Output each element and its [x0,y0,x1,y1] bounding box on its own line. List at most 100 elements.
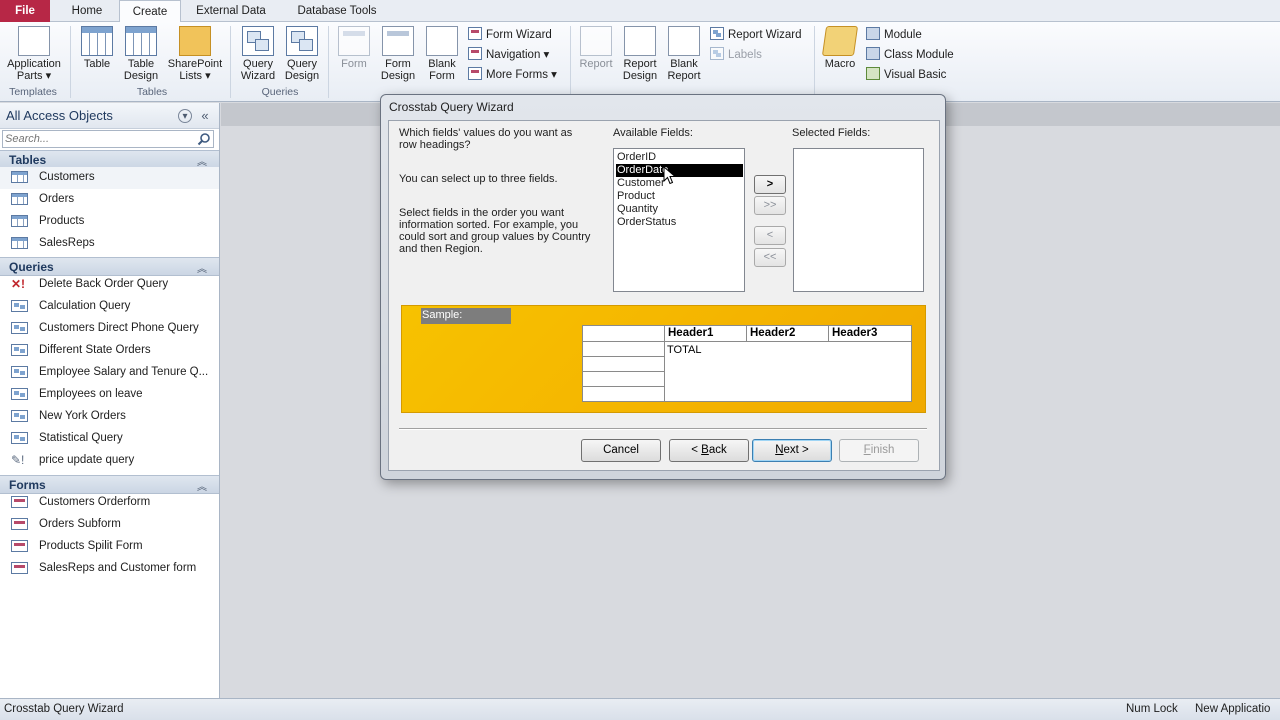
nav-item-delete-back-order-query[interactable]: ✕! Delete Back Order Query [0,274,219,296]
nav-item-different-state-orders[interactable]: Different State Orders [0,340,219,362]
nav-item-label: SalesReps [39,237,95,249]
more-forms-button[interactable]: More Forms ▾ [468,66,557,84]
instruction-sort-order: Select fields in the order you want info… [399,207,591,255]
add-all-fields-button[interactable]: >> [754,196,786,215]
nav-item-customers[interactable]: Customers [0,167,219,189]
remove-all-fields-button[interactable]: << [754,248,786,267]
form-design-button[interactable]: Form Design [376,26,420,82]
macro-button[interactable]: Macro [820,26,860,70]
collapse-chevron-icon[interactable]: ︽ [197,478,207,493]
nav-item-new-york-orders[interactable]: New York Orders [0,406,219,428]
group-separator [328,26,329,98]
group-separator [230,26,231,98]
query-wizard-button[interactable]: Query Wizard [236,26,280,82]
nav-item-products[interactable]: Products [0,211,219,233]
finish-button[interactable]: Finish [839,439,919,462]
form-wizard-button[interactable]: Form Wizard [468,26,552,44]
collapse-chevron-icon[interactable]: ︽ [197,153,207,168]
sample-header-cell: Header2 [747,326,829,342]
available-fields-list[interactable]: OrderID OrderDate Customer Product Quant… [613,148,745,292]
field-item[interactable]: OrderID [616,151,656,164]
field-item[interactable]: Quantity [616,203,658,216]
report-wizard-icon [710,27,724,40]
blank-form-icon [426,26,458,56]
report-wizard-button[interactable]: Report Wizard [710,26,802,44]
form-design-label: Form Design [380,58,416,82]
nav-item-label: Different State Orders [39,344,151,356]
nav-item-label: Employee Salary and Tenure Q... [39,366,209,378]
nav-item-orders[interactable]: Orders [0,189,219,211]
labels-button[interactable]: Labels [710,46,762,64]
nav-menu-chevron-icon[interactable]: ▾ [178,109,192,123]
nav-item-label: Calculation Query [39,300,131,312]
form-wizard-icon [468,27,482,40]
sharepoint-lists-label: SharePoint Lists ▾ [167,58,223,82]
tab-home[interactable]: Home [58,0,116,22]
module-button[interactable]: Module [866,26,922,44]
navigation-button[interactable]: Navigation ▾ [468,46,549,64]
group-separator [570,26,571,98]
select-query-icon [11,388,28,400]
nav-item-products-spilit-form[interactable]: Products Spilit Form [0,536,219,558]
tab-external-data[interactable]: External Data [186,0,276,22]
cancel-button[interactable]: Cancel [581,439,661,462]
field-item-selected[interactable]: OrderDate [616,164,743,177]
nav-item-orders-subform[interactable]: Orders Subform [0,514,219,536]
add-field-button[interactable]: > [754,175,786,194]
class-module-button[interactable]: Class Module [866,46,954,64]
report-design-icon [624,26,656,56]
nav-collapse-icon[interactable]: « [198,109,212,123]
sample-row-heading [583,372,665,387]
application-parts-button[interactable]: Application Parts ▾ [2,26,66,82]
tab-database-tools[interactable]: Database Tools [284,0,390,22]
field-item[interactable]: Product [616,190,655,203]
tab-file[interactable]: File [0,0,50,22]
blank-report-button[interactable]: Blank Report [662,26,706,82]
collapse-chevron-icon[interactable]: ︽ [197,260,207,275]
nav-item-label: Delete Back Order Query [39,278,169,290]
field-item[interactable]: OrderStatus [616,216,676,229]
table-icon [11,171,28,183]
nav-item-price-update-query[interactable]: ✎! price update query [0,450,219,472]
sample-header-cell: Header1 [665,326,747,342]
nav-header[interactable]: All Access Objects ▾ « [0,103,219,129]
visual-basic-icon [866,67,880,80]
group-label-templates: Templates [9,86,57,98]
nav-item-customers-direct-phone-query[interactable]: Customers Direct Phone Query [0,318,219,340]
nav-item-label: New York Orders [39,410,126,422]
table-icon [81,26,113,56]
query-design-button[interactable]: Query Design [280,26,324,82]
report-design-button[interactable]: Report Design [618,26,662,82]
more-forms-icon [468,67,482,80]
tab-create[interactable]: Create [119,0,181,23]
nav-item-customers-orderform[interactable]: Customers Orderform [0,492,219,514]
sharepoint-lists-button[interactable]: SharePoint Lists ▾ [164,26,226,82]
nav-item-calculation-query[interactable]: Calculation Query [0,296,219,318]
table-button[interactable]: Table [78,26,116,70]
back-rest: ack [708,444,727,456]
field-item[interactable]: Customer [616,177,665,190]
blank-form-button[interactable]: Blank Form [422,26,462,82]
nav-item-salesreps-customer-form[interactable]: SalesReps and Customer form [0,558,219,580]
form-button[interactable]: Form [334,26,374,70]
nav-item-employees-on-leave[interactable]: Employees on leave [0,384,219,406]
report-button[interactable]: Report [576,26,616,70]
search-icon[interactable] [197,132,211,146]
report-icon [580,26,612,56]
remove-field-button[interactable]: < [754,226,786,245]
nav-item-salesreps[interactable]: SalesReps [0,233,219,255]
nav-item-employee-salary-tenure[interactable]: Employee Salary and Tenure Q... [0,362,219,384]
nav-search-box[interactable] [2,130,214,148]
visual-basic-button[interactable]: Visual Basic [866,66,946,84]
back-button[interactable]: < Back [669,439,749,462]
query-design-label: Query Design [284,58,320,82]
nav-search-input[interactable] [5,132,195,146]
selected-fields-list[interactable] [793,148,924,292]
group-label-tables: Tables [136,86,168,98]
form-icon [11,496,28,508]
nav-item-statistical-query[interactable]: Statistical Query [0,428,219,450]
table-design-button[interactable]: Table Design [118,26,164,82]
sample-total-cell: TOTAL [667,344,702,356]
next-button[interactable]: Next > [752,439,832,462]
next-accesskey: N [775,444,784,456]
